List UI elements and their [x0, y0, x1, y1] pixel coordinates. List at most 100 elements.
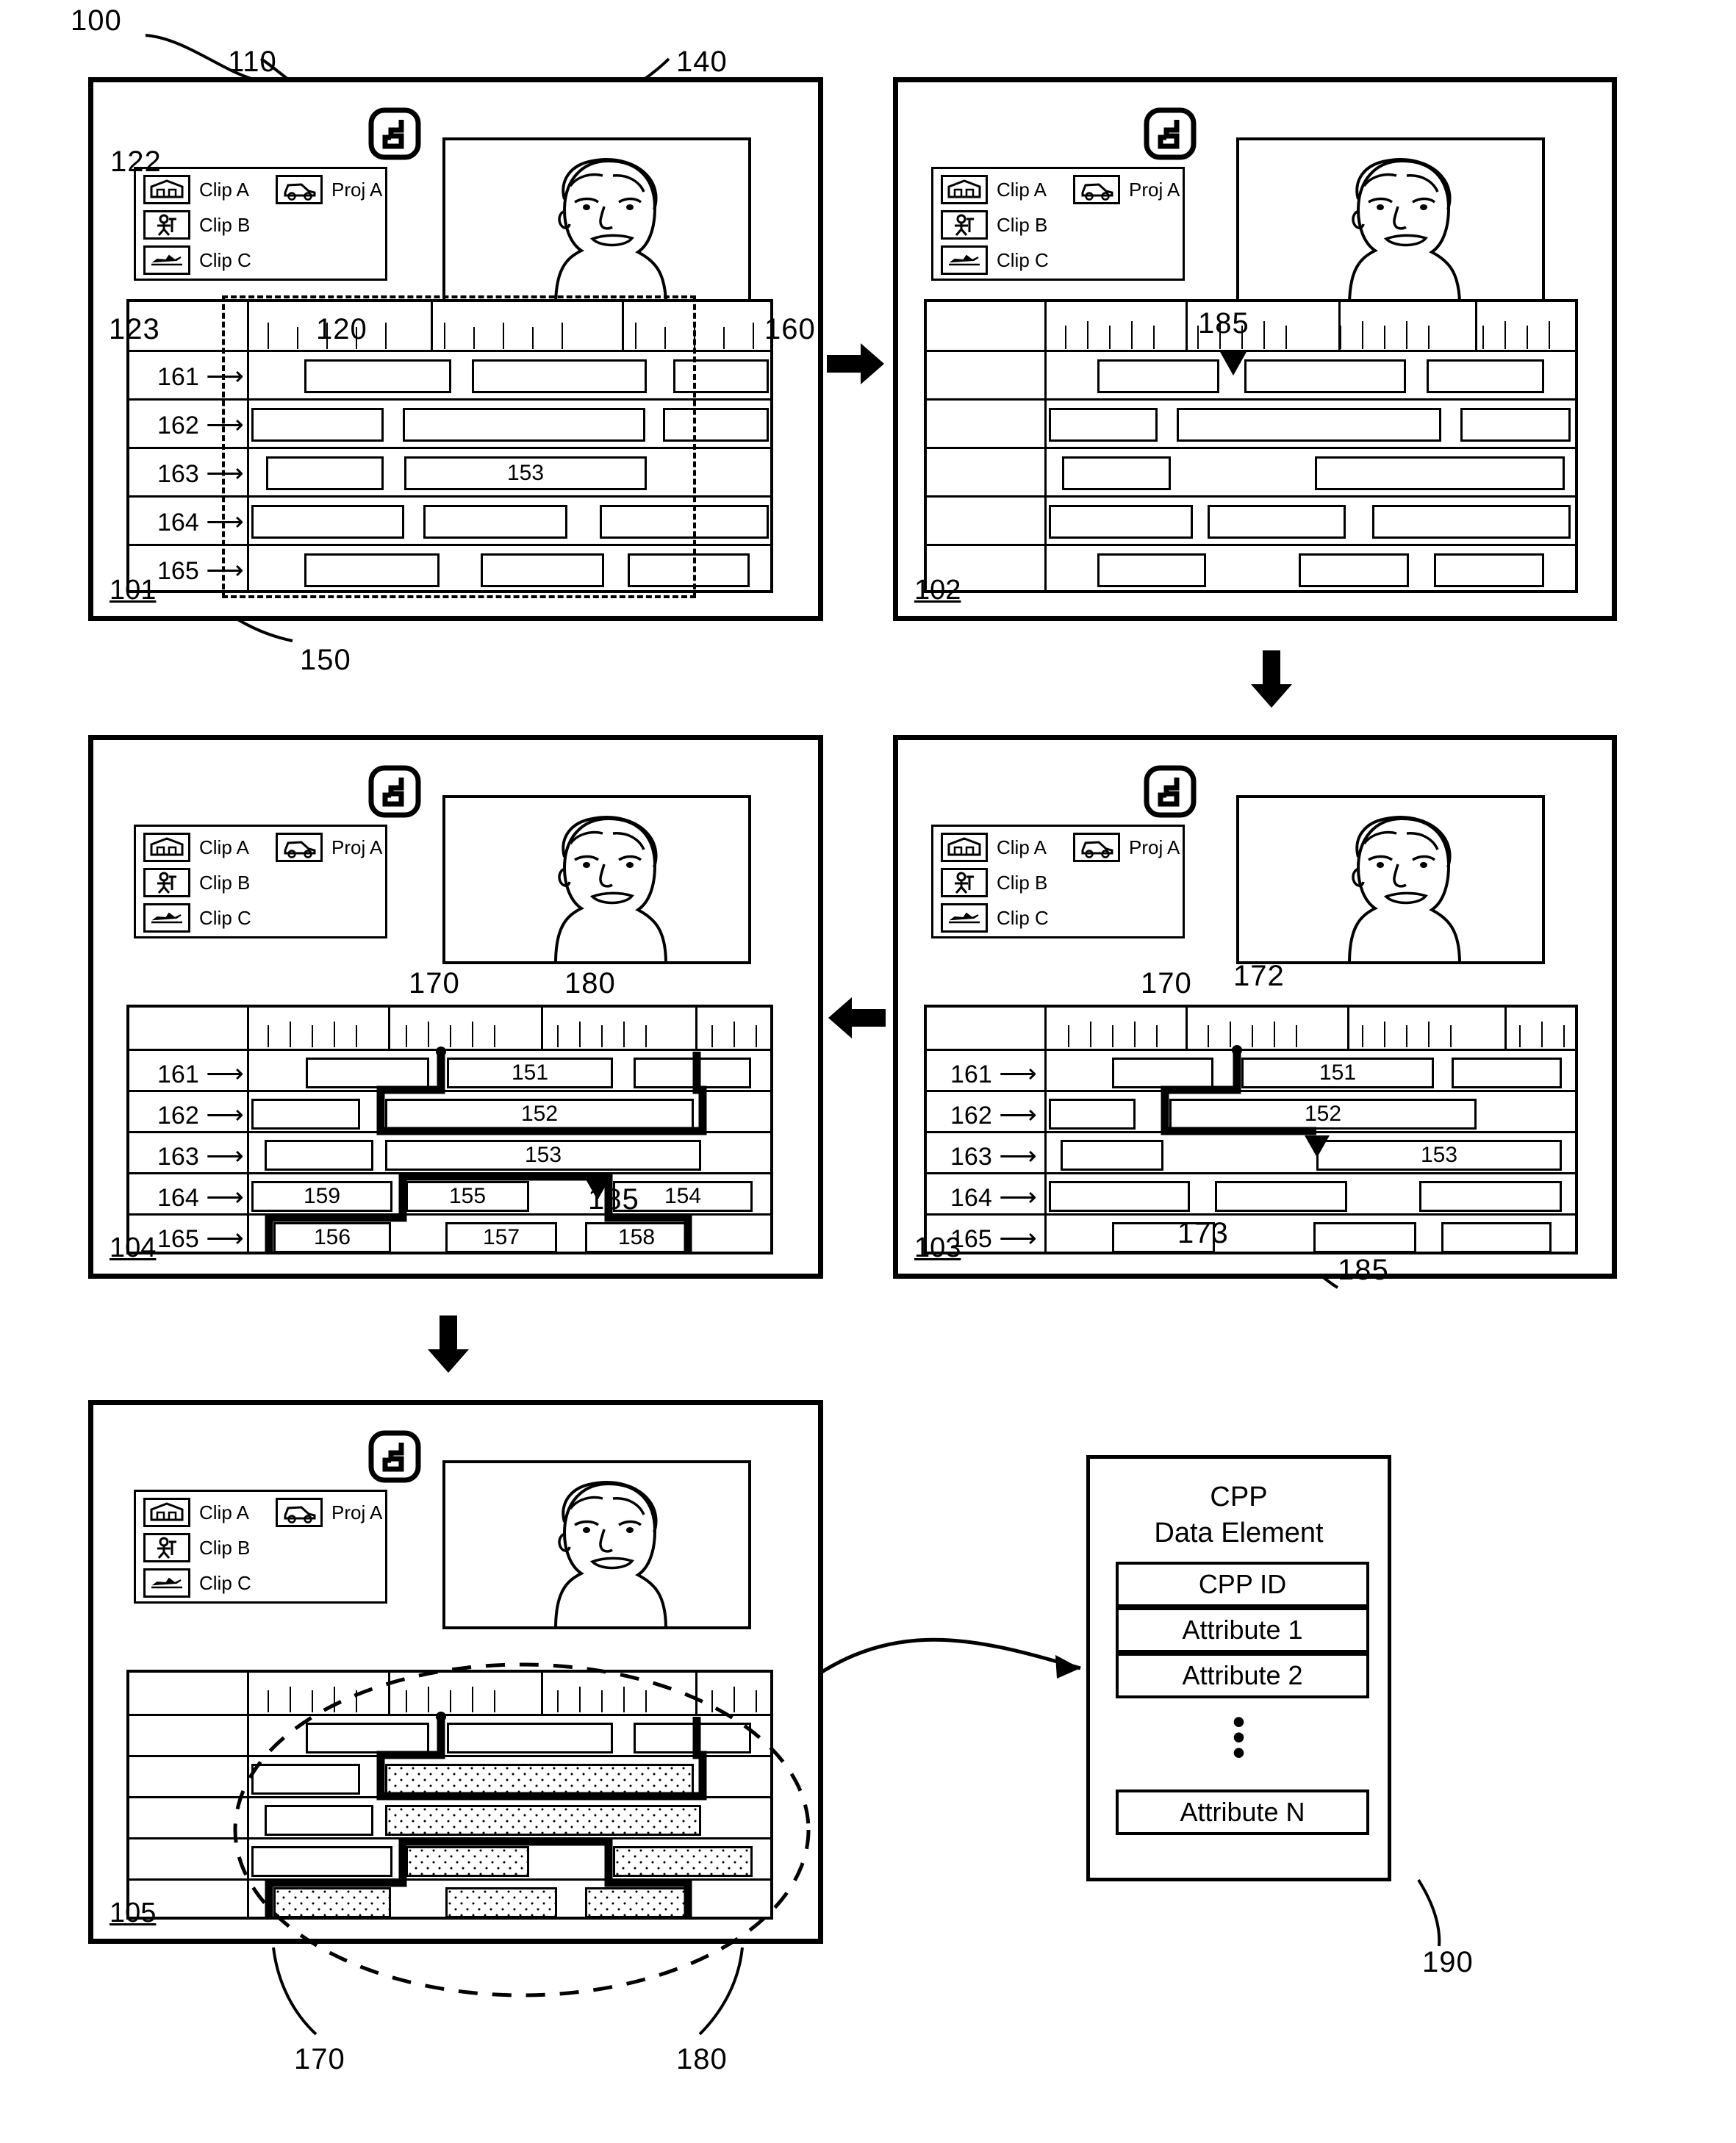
timeline-clip-cpp[interactable]: [447, 1723, 613, 1753]
timeline-clip[interactable]: [1313, 1222, 1416, 1253]
timeline-clip[interactable]: [1452, 1058, 1562, 1088]
timeline-clip[interactable]: [1315, 456, 1565, 490]
callout-185-panel-102: 185: [1198, 307, 1249, 340]
timeline-clip-156[interactable]: 156: [273, 1222, 391, 1253]
library-item-proj-a[interactable]: Proj A: [276, 175, 382, 204]
app-logo-icon[interactable]: [1144, 765, 1197, 818]
timeline-104: 161 ⟶ 162 ⟶ 163 ⟶ 164 ⟶ 165 ⟶ 151 152 15…: [126, 1005, 773, 1254]
library-item-clip-b[interactable]: Clip B: [143, 868, 250, 897]
library-item-clip-a[interactable]: Clip A: [143, 1498, 249, 1527]
clip-library-panel: Clip A Proj A Clip B Clip C: [134, 1490, 387, 1604]
library-item-label: Clip C: [199, 249, 251, 271]
timeline-clip-151[interactable]: 151: [1241, 1058, 1434, 1088]
timeline-clip[interactable]: [1460, 408, 1571, 442]
timeline-clip-cpp[interactable]: [385, 1764, 694, 1795]
timeline-clip[interactable]: [265, 1805, 373, 1836]
library-item-clip-a[interactable]: Clip A: [143, 175, 249, 204]
timeline-clip-cpp[interactable]: [273, 1887, 391, 1918]
timeline-clip[interactable]: [265, 1140, 373, 1171]
timeline-clip[interactable]: [1244, 359, 1406, 393]
timeline-clip-cpp[interactable]: [385, 1805, 701, 1836]
timeline-clip-158[interactable]: 158: [585, 1222, 688, 1253]
library-item-clip-c[interactable]: Clip C: [941, 245, 1049, 275]
library-item-proj-a[interactable]: Proj A: [1073, 833, 1180, 862]
flow-arrow-down-2: [426, 1315, 470, 1374]
face-illustration: [1348, 816, 1461, 961]
timeline-ruler-ticks: [1052, 1021, 1574, 1047]
timeline-clip[interactable]: [1299, 553, 1409, 587]
timeline-clip[interactable]: [1061, 1140, 1163, 1171]
timeline-clip[interactable]: [1177, 408, 1441, 442]
app-logo-icon[interactable]: [1144, 107, 1197, 160]
clip-library-panel: Clip A Proj A Clip B Clip C: [931, 167, 1185, 281]
timeline-clip-cpp[interactable]: [445, 1887, 557, 1918]
library-item-proj-a[interactable]: Proj A: [276, 833, 382, 862]
timeline-clip[interactable]: [1441, 1222, 1552, 1253]
library-item-clip-c[interactable]: Clip C: [941, 903, 1049, 933]
timeline-clip[interactable]: [251, 1764, 360, 1795]
timeline-clip[interactable]: [1049, 408, 1158, 442]
car-thumbnail-icon: [276, 1498, 323, 1527]
library-item-clip-a[interactable]: Clip A: [941, 833, 1047, 862]
timeline-clip-153[interactable]: 153: [1316, 1140, 1562, 1171]
preview-monitor: [442, 795, 751, 964]
timeline-clip-cpp[interactable]: [585, 1887, 688, 1918]
cpp-title: CPP Data Element: [1154, 1482, 1324, 1548]
timeline-clip-159[interactable]: 159: [251, 1181, 392, 1212]
timeline-clip-157[interactable]: 157: [445, 1222, 557, 1253]
timeline-clip[interactable]: [1049, 1099, 1136, 1130]
timeline-clip-cpp[interactable]: [613, 1846, 753, 1877]
timeline-clip-152[interactable]: 152: [1169, 1099, 1477, 1130]
library-item-clip-b[interactable]: Clip B: [941, 868, 1047, 897]
timeline-clip[interactable]: [1419, 1181, 1562, 1212]
timeline-selection-region: [222, 295, 696, 598]
airplane-thumbnail-icon: [143, 903, 190, 933]
timeline-clip[interactable]: [306, 1723, 429, 1753]
timeline-clip[interactable]: [251, 1099, 360, 1130]
timeline-clip-cpp[interactable]: [406, 1846, 529, 1877]
timeline-clip[interactable]: [1049, 1181, 1190, 1212]
timeline-clip[interactable]: [1062, 456, 1171, 490]
timeline-clip[interactable]: [251, 1846, 392, 1877]
timeline-clip[interactable]: [1434, 553, 1544, 587]
panel-id-102: 102: [914, 575, 961, 606]
library-item-clip-b[interactable]: Clip B: [143, 210, 250, 240]
track-label-165: 165 ⟶: [950, 1223, 1037, 1253]
clip-library-panel: Clip A Proj A Clip B Clip C: [134, 825, 387, 938]
playhead-marker[interactable]: [1219, 351, 1247, 376]
library-item-proj-a[interactable]: Proj A: [1073, 175, 1180, 204]
library-item-clip-c[interactable]: Clip C: [143, 1568, 251, 1598]
timeline-clip[interactable]: [1097, 359, 1219, 393]
callout-185-panel-104: 185: [588, 1183, 639, 1216]
timeline-clip[interactable]: [1049, 505, 1193, 539]
timeline-clip[interactable]: [306, 1058, 429, 1088]
patent-figure: 100 110 140 Clip A Proj A Clip B Clip C …: [0, 0, 1736, 2143]
timeline-clip-153[interactable]: 153: [385, 1140, 701, 1171]
library-item-proj-a[interactable]: Proj A: [276, 1498, 382, 1527]
library-item-clip-a[interactable]: Clip A: [941, 175, 1047, 204]
timeline-clip[interactable]: [1427, 359, 1544, 393]
app-logo-icon[interactable]: [368, 1430, 421, 1483]
timeline-clip[interactable]: [1097, 553, 1206, 587]
timeline-clip-151[interactable]: 151: [447, 1058, 613, 1088]
timeline-clip[interactable]: [634, 1723, 751, 1753]
timeline-clip[interactable]: [634, 1058, 751, 1088]
timeline-clip[interactable]: [1215, 1181, 1347, 1212]
callout-170-panel-105: 170: [294, 2043, 345, 2075]
track-label-162: 162 ⟶: [157, 1099, 244, 1130]
library-item-clip-c[interactable]: Clip C: [143, 903, 251, 933]
timeline-clip-152[interactable]: 152: [385, 1099, 694, 1130]
timeline-ruler-ticks: [254, 1686, 769, 1712]
library-item-label: Proj A: [1129, 836, 1180, 858]
library-item-clip-b[interactable]: Clip B: [941, 210, 1047, 240]
library-item-clip-c[interactable]: Clip C: [143, 245, 251, 275]
library-item-clip-b[interactable]: Clip B: [143, 1533, 250, 1562]
library-item-clip-a[interactable]: Clip A: [143, 833, 249, 862]
timeline-clip[interactable]: [1112, 1058, 1213, 1088]
timeline-clip-155[interactable]: 155: [406, 1181, 529, 1212]
drop-target-cursor[interactable]: [1305, 1135, 1330, 1157]
timeline-clip[interactable]: [1372, 505, 1571, 539]
app-logo-icon[interactable]: [368, 765, 421, 818]
app-logo-icon[interactable]: [368, 107, 421, 160]
timeline-clip[interactable]: [1208, 505, 1346, 539]
